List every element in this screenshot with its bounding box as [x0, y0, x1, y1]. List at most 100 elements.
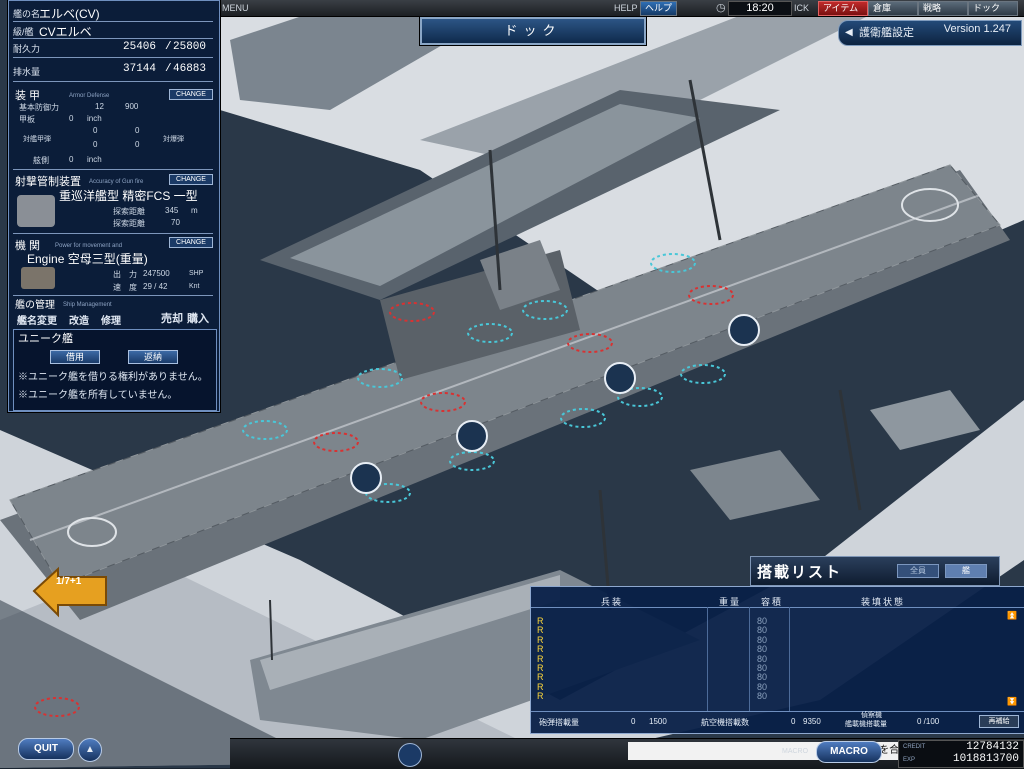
unique-title: ユニーク艦: [18, 333, 73, 345]
carrier-list-header: 搭載リスト 全員 艦: [750, 556, 1000, 586]
divider: [13, 38, 213, 39]
row-capacity: 80: [757, 691, 768, 702]
row-weapon[interactable]: R: [537, 673, 544, 682]
fcs-subtitle: Accuracy of Gun fire: [89, 179, 144, 185]
slash: /: [165, 63, 172, 75]
sell-button[interactable]: 売却: [161, 310, 183, 326]
armor-side-value: 0: [69, 155, 74, 164]
tab-warehouse[interactable]: 倉庫: [868, 1, 918, 16]
version-label: Version 1.247: [943, 23, 1011, 35]
row-weapon[interactable]: R: [537, 683, 544, 692]
fcs-name: 重巡洋艦型 精密FCS 一型: [59, 189, 198, 203]
engine-change-button[interactable]: CHANGE: [169, 237, 213, 248]
menu-label[interactable]: MENU: [222, 1, 249, 15]
armor-deck-unit: inch: [87, 114, 102, 123]
row-weapon[interactable]: R: [537, 692, 544, 701]
refit-button[interactable]: 改造: [69, 312, 89, 327]
clock-icon: ◷: [716, 2, 726, 14]
credit-panel: CREDIT 12784132 EXP 1018813700: [898, 740, 1024, 768]
durability-label: 耐久力: [13, 44, 41, 54]
armor-base-2: 900: [125, 102, 139, 111]
tick-label: ICK: [794, 3, 810, 13]
dock-title: ドック: [420, 17, 646, 45]
recon-sub-label: 艦載機搭載量: [845, 721, 887, 728]
clock-time: 18:20: [728, 1, 792, 16]
carrier-list-table: 兵装 重量 容積 装填状態 R 80 R 80 R 80 R 80 R 80 R 80 R 80 R 80 R 8…: [530, 586, 1024, 734]
borrow-button[interactable]: 借用: [50, 350, 100, 364]
aircraft-load-value: 0: [791, 717, 796, 726]
tab-all[interactable]: 全員: [897, 564, 939, 578]
armor-deck-label: 甲板: [19, 115, 35, 124]
tab-strategy[interactable]: 戦略: [918, 1, 968, 16]
tab-item[interactable]: アイテム: [818, 1, 868, 16]
armor-subtitle: Armor Defense: [69, 93, 110, 99]
row-weapon[interactable]: R: [537, 617, 544, 626]
armor-side-label: 舷側: [33, 156, 49, 165]
unique-message-2: ※ユニーク艦を所有していません。: [18, 390, 178, 401]
exp-value: 1018813700: [952, 753, 1019, 765]
divider: [789, 607, 790, 711]
row-capacity: 80: [757, 663, 768, 673]
armor-deck-value: 0: [69, 114, 74, 123]
armor-change-button[interactable]: CHANGE: [169, 89, 213, 100]
macro-small-label: MACRO: [782, 748, 809, 755]
macro-button[interactable]: MACRO: [816, 741, 882, 763]
divider: [13, 81, 213, 82]
armor-vs-shell-label: 対艦甲弾: [23, 136, 51, 143]
resupply-button[interactable]: 再補給: [979, 715, 1019, 728]
row-weapon[interactable]: R: [537, 654, 544, 664]
slash: /: [165, 41, 172, 53]
engine-power-label: 出 力: [113, 270, 137, 279]
row-weapon[interactable]: R: [537, 626, 544, 635]
engine-subtitle: Power for movement and: [55, 243, 123, 249]
repair-button[interactable]: 修理: [101, 312, 121, 327]
engine-power-value: 247500: [143, 269, 170, 278]
scroll-top-icon[interactable]: ⏫: [1007, 611, 1017, 620]
divider: [13, 233, 213, 234]
displacement-max: 46883: [173, 63, 207, 75]
help-button[interactable]: ヘルプ: [640, 1, 678, 16]
return-button[interactable]: 返納: [128, 350, 178, 364]
recon-value: 0 /100: [917, 717, 940, 726]
escort-setting-button[interactable]: ◀ 護衛艦設定 Version 1.247: [838, 20, 1022, 46]
row-weapon[interactable]: R: [537, 664, 544, 673]
rename-button[interactable]: 艦名変更: [17, 312, 57, 327]
page-indicator: 1/7+1: [56, 576, 82, 587]
unique-ship-section: ユニーク艦 借用 返納 ※ユニーク艦を借りる権利がありません。 ※ユニーク艦を所…: [13, 329, 217, 411]
row-capacity: 80: [757, 681, 768, 692]
row-capacity: 80: [757, 616, 768, 626]
management-title: 艦の管理: [15, 300, 55, 311]
scroll-bottom-icon[interactable]: ⏬: [1007, 697, 1017, 706]
unique-message-1: ※ユニーク艦を借りる権利がありません。: [18, 372, 208, 383]
buy-button[interactable]: 購入: [187, 310, 209, 326]
exp-label: EXP: [903, 757, 916, 763]
speaker-icon[interactable]: [398, 743, 422, 767]
divider: [13, 57, 213, 58]
tab-dock[interactable]: ドック: [968, 1, 1018, 16]
fcs-change-button[interactable]: CHANGE: [169, 174, 213, 185]
displacement-label: 排水量: [13, 67, 41, 77]
ship-name-label: 艦の名: [13, 9, 41, 19]
armor-vs-bomb-label: 対爆弾: [163, 136, 184, 143]
page-arrow-icon: [32, 566, 107, 618]
armor-vs-3: 0: [93, 140, 98, 149]
aircraft-load-max: 9350: [803, 717, 821, 726]
engine-speed-unit: Knt: [189, 283, 200, 290]
fcs-range-label: 探索距離: [113, 207, 145, 216]
menu-up-icon[interactable]: ▲: [78, 738, 102, 762]
row-capacity: 80: [757, 644, 768, 655]
durability-value: 25406: [123, 41, 157, 53]
engine-speed-value: 29 / 42: [143, 282, 168, 291]
row-weapon[interactable]: R: [537, 636, 544, 645]
row-weapon[interactable]: R: [537, 645, 544, 654]
shell-load-max: 1500: [649, 717, 667, 726]
armor-title: 装 甲: [15, 90, 41, 102]
page-prev-button[interactable]: 1/7+1: [30, 565, 110, 619]
row-capacity: 80: [757, 653, 768, 664]
divider: [531, 711, 1024, 712]
quit-button[interactable]: QUIT: [18, 738, 74, 760]
row-capacity: 80: [757, 672, 768, 683]
tab-ship[interactable]: 艦: [945, 564, 987, 578]
fcs-range-value: 345: [165, 206, 179, 215]
credit-value: 12784132: [966, 741, 1019, 753]
